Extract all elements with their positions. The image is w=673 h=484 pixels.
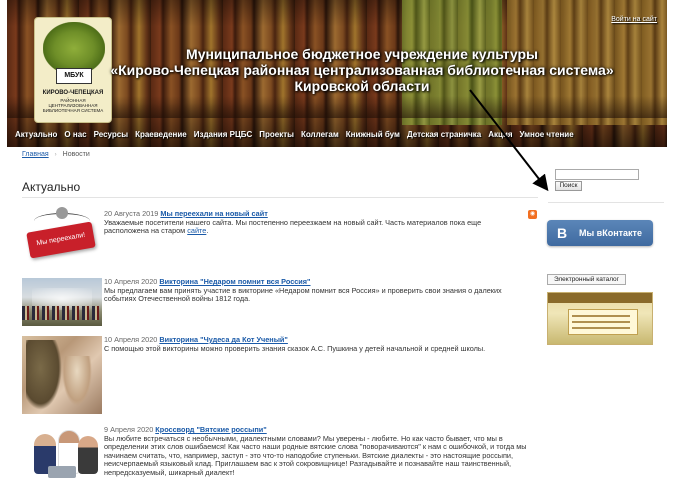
site-title-line2: «Кирово-Чепецкая районная централизованн… [110,62,614,78]
breadcrumb-home-link[interactable]: Главная [22,151,49,158]
logo-badge: МБУК [56,68,92,84]
news-body: 10 Апреля 2020 Викторина "Чудеса да Кот … [104,335,528,353]
laptop-icon [48,466,76,478]
nav-item-colleagues[interactable]: Коллегам [301,130,339,139]
news-thumb-people[interactable] [22,426,102,482]
nav-item-resources[interactable]: Ресурсы [94,130,128,139]
news-text: Уважаемые посетители нашего сайта. Мы по… [104,217,482,236]
nav-item-publications[interactable]: Издания РЦБС [194,130,253,139]
search-input[interactable] [555,169,639,180]
site-logo[interactable]: МБУК КИРОВО-ЧЕПЕЦКАЯ РАЙОННАЯ ЦЕНТРАЛИЗО… [34,17,112,123]
site-title: Муниципальное бюджетное учреждение культ… [107,46,617,94]
nav-item-aktualno[interactable]: Актуально [15,130,57,139]
news-item: 10 Апреля 2020 Викторина "Чудеса да Кот … [22,335,538,416]
nav-item-about[interactable]: О нас [64,130,86,139]
news-thumb-battle[interactable] [22,278,102,326]
page-title: Актуально [22,180,81,194]
pin-icon [56,207,68,219]
news-text: Мы предлагаем вам принять участие в викт… [104,285,502,304]
battle-troops [22,306,102,320]
site-header: МБУК КИРОВО-ЧЕПЕЦКАЯ РАЙОННАЯ ЦЕНТРАЛИЗО… [7,0,667,147]
news-item: Мы переехали! 20 Августа 2019 Мы перееха… [22,207,538,269]
cat-figure [62,356,92,406]
main-nav: Актуально О нас Ресурсы Краеведение Изда… [7,127,667,141]
nav-item-projects[interactable]: Проекты [259,130,294,139]
news-body: 10 Апреля 2020 Викторина "Недаром помнит… [104,277,528,304]
login-link[interactable]: Войти на сайт [611,16,657,23]
catalog-thumb-line [572,315,630,317]
nav-item-local-history[interactable]: Краеведение [135,130,187,139]
catalog-thumb-line [572,321,630,323]
news-text: Вы любите встречаться с необычными, диал… [104,433,527,477]
news-thumb-cat[interactable] [22,336,102,414]
nav-item-book-boom[interactable]: Книжный бум [346,130,400,139]
sidebar-divider [548,202,664,203]
catalog-thumb-line [572,327,630,329]
news-text: С помощью этой викторины можно проверить… [104,343,486,353]
catalog-thumbnail[interactable] [547,292,653,345]
catalog-thumb-header [548,293,652,303]
news-item: 10 Апреля 2020 Викторина "Недаром помнит… [22,277,538,328]
vk-label: Мы вКонтакте [579,228,642,238]
vk-button[interactable]: В Мы вКонтакте [547,220,653,246]
cat-tree [26,340,62,410]
logo-name-line1: КИРОВО-ЧЕПЕЦКАЯ [42,90,104,96]
breadcrumb-separator-icon: › [54,151,57,158]
breadcrumb-current: Новости [62,151,90,158]
vk-logo-icon: В [556,225,568,241]
news-item: 9 Апреля 2020 Кроссворд "Вятские россыпи… [22,425,538,484]
person-figure [78,436,98,474]
news-body: 9 Апреля 2020 Кроссворд "Вятские россыпи… [104,425,528,478]
news-body: 20 Августа 2019 Мы переехали на новый са… [104,209,528,236]
breadcrumb: Главная › Новости [22,151,90,158]
nav-item-kids-page[interactable]: Детская страничка [407,130,481,139]
news-thumb-moved[interactable]: Мы переехали! [22,207,102,265]
logo-name-line2: РАЙОННАЯ ЦЕНТРАЛИЗОВАННАЯ БИБЛИОТЕЧНАЯ С… [42,98,104,113]
site-title-line1: Муниципальное бюджетное учреждение культ… [186,46,538,62]
news-text-end: . [206,226,209,236]
search-button[interactable]: Поиск [555,181,582,191]
catalog-label[interactable]: Электронный каталог [547,274,626,285]
nav-item-smart-reading[interactable]: Умное чтение [520,130,574,139]
nav-item-action[interactable]: Акция [488,130,512,139]
title-divider [22,197,538,198]
site-title-line3: Кировской области [294,78,430,94]
old-site-link[interactable]: сайте [187,226,206,235]
logo-tree-icon [43,22,105,70]
